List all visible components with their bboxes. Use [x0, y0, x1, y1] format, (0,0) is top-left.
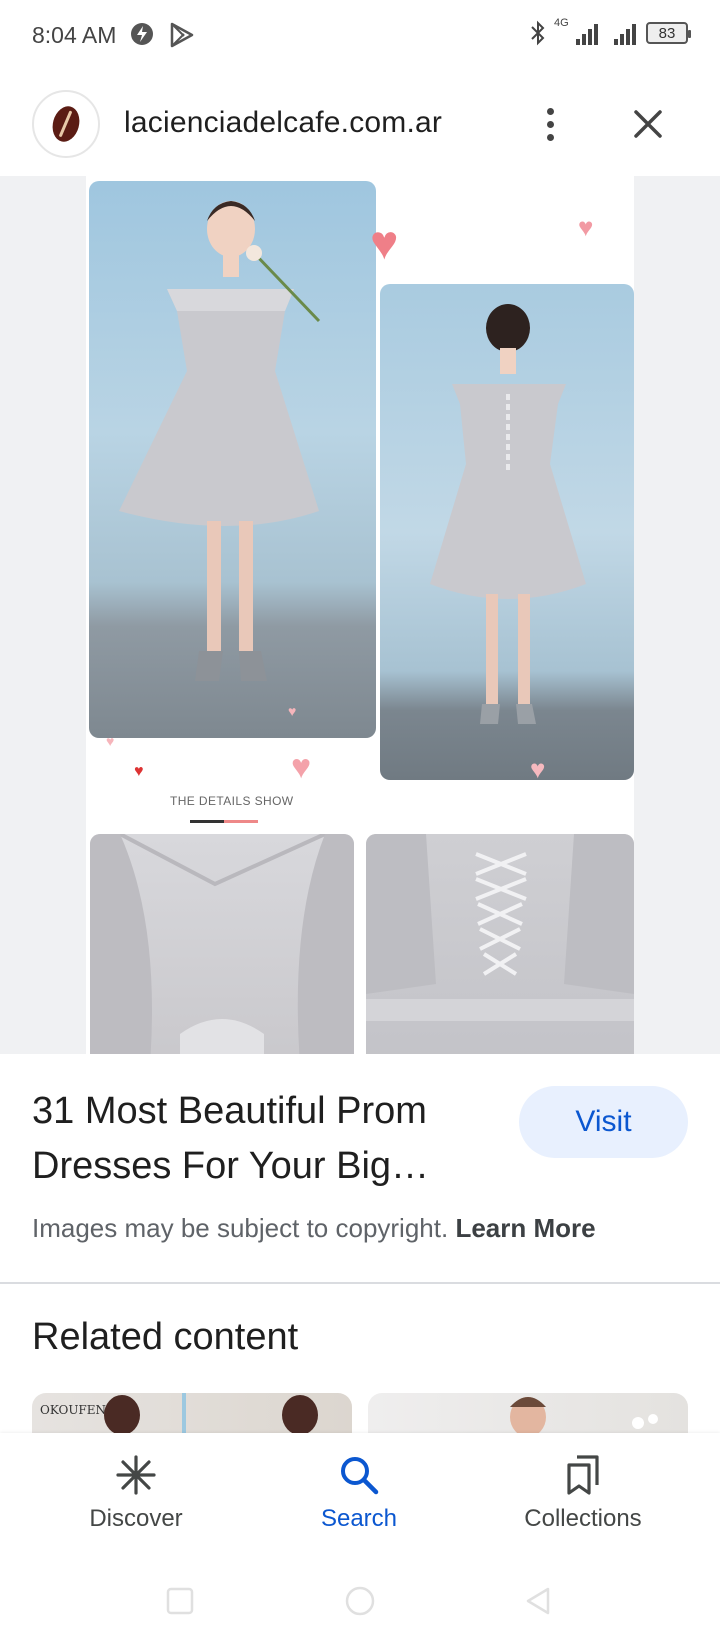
dress-front-figure: [119, 201, 321, 681]
close-icon: [634, 110, 662, 138]
related-content-heading: Related content: [32, 1316, 299, 1358]
data-saver-icon: [131, 23, 153, 45]
heart-decoration: ♥: [134, 763, 144, 780]
bookmarks-icon: [559, 1451, 607, 1499]
details-caption: THE DETAILS SHOW: [170, 794, 294, 808]
more-vert-dot: [546, 133, 554, 141]
play-store-icon: [170, 22, 194, 48]
nav-collections[interactable]: Collections: [483, 1433, 683, 1565]
network-type-label: 4G: [554, 17, 569, 29]
heart-decoration: ♥: [288, 703, 297, 719]
source-header: lacienciadelcafe.com.ar: [0, 72, 720, 176]
related-thumb-figures: [104, 1393, 318, 1433]
nav-search[interactable]: Search: [259, 1433, 459, 1565]
preview-image[interactable]: ♥ ♥ ♥ ♥ ♥ ♥ ♥ THE DETAILS SHOW: [86, 176, 634, 1054]
system-navigation-bar: [0, 1565, 720, 1640]
related-thumbnail[interactable]: [368, 1393, 688, 1433]
more-options-button[interactable]: [530, 100, 570, 148]
status-notification-icons: [128, 20, 196, 50]
section-divider: [0, 1282, 720, 1284]
back-icon[interactable]: [520, 1583, 556, 1619]
bottom-navigation: Discover Search Collections: [0, 1433, 720, 1565]
heart-decoration: ♥: [291, 748, 312, 786]
image-preview[interactable]: ♥ ♥ ♥ ♥ ♥ ♥ ♥ THE DETAILS SHOW: [0, 176, 720, 1054]
copyright-text: Images may be subject to copyright.: [32, 1213, 449, 1243]
recents-icon[interactable]: [162, 1583, 198, 1619]
heart-decoration: ♥: [530, 754, 546, 784]
battery-level: 83: [658, 24, 676, 42]
dress-neckline-detail-photo: [90, 834, 354, 1054]
dress-back-figure: [430, 304, 586, 724]
nav-discover-label: Discover: [89, 1505, 183, 1532]
details-underline: [190, 820, 258, 823]
result-title[interactable]: 31 Most Beautiful Prom Dresses For Your …: [32, 1084, 492, 1194]
asterisk-icon: [112, 1451, 160, 1499]
copyright-notice: Images may be subject to copyright. Lear…: [32, 1213, 596, 1244]
mobile-signal-1: 4G: [554, 17, 598, 45]
lacing-detail: [366, 834, 634, 1021]
coffee-bean-icon: [48, 103, 84, 145]
close-button[interactable]: [624, 100, 672, 148]
status-system-icons: 4G 83: [528, 17, 691, 46]
site-favicon[interactable]: [32, 90, 100, 158]
search-icon: [335, 1451, 383, 1499]
nav-discover[interactable]: Discover: [36, 1433, 236, 1565]
neckline-detail: [90, 834, 354, 1054]
related-thumbnail[interactable]: OKOUFEN: [32, 1393, 352, 1433]
mobile-signal-2: [614, 21, 636, 45]
nav-collections-label: Collections: [524, 1505, 642, 1532]
site-domain[interactable]: lacienciadelcafe.com.ar: [124, 106, 442, 140]
related-thumb-figures: [510, 1397, 658, 1433]
dress-back-lacing-detail-photo: [366, 834, 634, 1054]
heart-decoration: ♥: [370, 217, 399, 270]
status-bar: 8:04 AM 4G 83: [0, 0, 720, 72]
dress-front-photo: [89, 181, 376, 738]
status-time: 8:04 AM: [32, 22, 117, 48]
bluetooth-icon: [531, 20, 545, 46]
dress-back-photo: [380, 284, 634, 780]
home-icon[interactable]: [342, 1583, 378, 1619]
learn-more-link[interactable]: Learn More: [455, 1213, 595, 1243]
nav-search-label: Search: [320, 1505, 398, 1532]
more-vert-icon: [546, 107, 554, 115]
more-vert-dot: [546, 120, 554, 128]
battery-indicator: 83: [646, 22, 691, 44]
visit-button[interactable]: Visit: [519, 1086, 688, 1158]
heart-decoration: ♥: [106, 733, 115, 749]
heart-decoration: ♥: [578, 212, 594, 242]
